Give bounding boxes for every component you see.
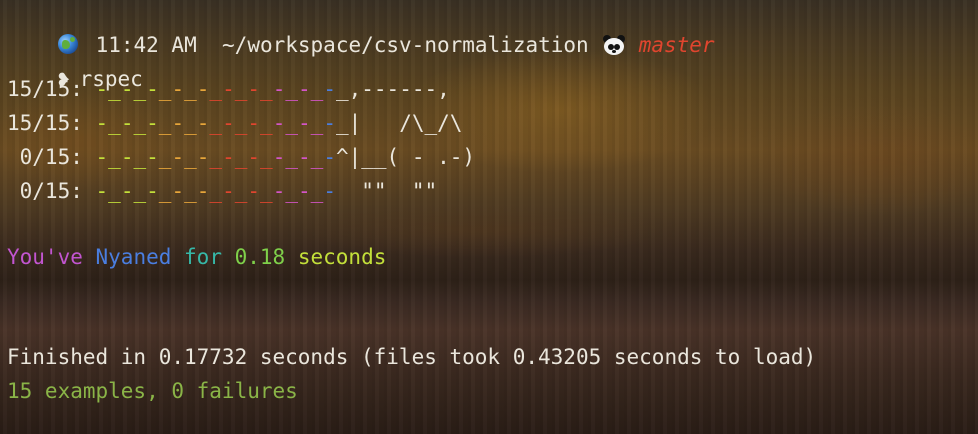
nyan-cat: ^|__( - .-) — [335, 145, 476, 169]
nyan-row: 15/15: -_-_-_-_-_-_-_-_-_-_,------, — [7, 76, 450, 102]
nyan-word: for — [184, 245, 222, 269]
nyan-row: 15/15: -_-_-_-_-_-_-_-_-_-_| /\_/\ — [7, 110, 462, 136]
nyan-cat: _| /\_/\ — [335, 111, 463, 135]
nyan-cat: "" "" — [335, 179, 438, 203]
progress-count: 15/15: — [7, 111, 83, 135]
cwd-path: ~/workspace/csv-normalization — [222, 33, 589, 57]
command-line[interactable]: ❥ rspec — [7, 40, 143, 91]
rainbow-trail: -_-_-_-_-_-_-_-_-_- — [95, 145, 336, 169]
rainbow-trail: -_-_-_-_-_-_-_-_-_- — [95, 77, 336, 101]
nyan-word: You've — [7, 245, 83, 269]
progress-count: 0/15: — [7, 179, 83, 203]
progress-count: 0/15: — [7, 145, 83, 169]
terminal-window[interactable]: 11:42 AM ~/workspace/csv-normalization ma… — [0, 0, 978, 434]
nyan-word: 0.18 — [234, 245, 286, 269]
git-branch: master — [638, 33, 715, 57]
progress-count: 15/15: — [7, 77, 83, 101]
nyan-word: seconds — [297, 245, 387, 269]
nyan-cat: _,------, — [335, 77, 450, 101]
rainbow-trail: -_-_-_-_-_-_-_-_-_- — [95, 111, 336, 135]
nyan-summary: You've Nyaned for 0.18 seconds — [7, 244, 386, 270]
nyan-row: 0/15: -_-_-_-_-_-_-_-_-_- "" "" — [7, 178, 438, 204]
nyan-row: 0/15: -_-_-_-_-_-_-_-_-_-^|__( - .-) — [7, 144, 475, 170]
result-summary: 15 examples, 0 failures — [7, 379, 298, 403]
finished-line: Finished in 0.17732 seconds (files took … — [7, 345, 817, 369]
nyan-word: Nyaned — [95, 245, 172, 269]
status-bar: 11:42 AM ~/workspace/csv-normalization ma… — [7, 6, 715, 57]
rainbow-trail: -_-_-_-_-_-_-_-_-_- — [95, 179, 336, 203]
panda-icon — [602, 35, 625, 55]
